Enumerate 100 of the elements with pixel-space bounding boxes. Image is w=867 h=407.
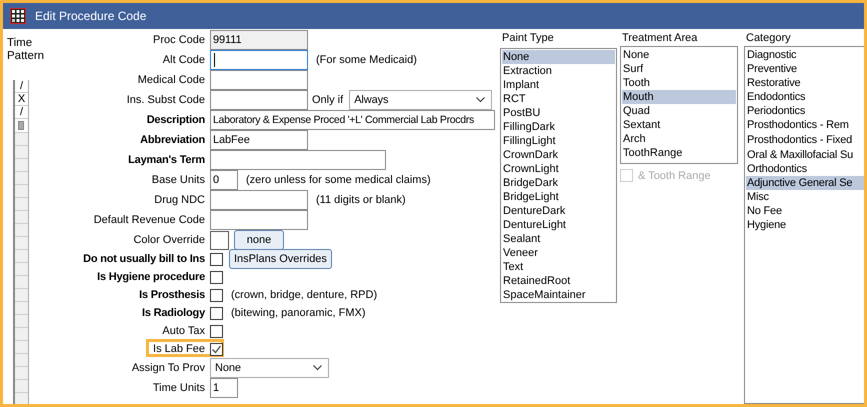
list-item[interactable]: Endodontics — [746, 90, 864, 104]
text-field[interactable]: 0 — [210, 170, 238, 190]
list-title: Category — [745, 31, 792, 46]
dropdown[interactable]: Always — [349, 90, 492, 110]
list-item[interactable]: Extraction — [502, 64, 615, 78]
text-field[interactable] — [210, 70, 308, 90]
list-item[interactable]: None — [622, 48, 736, 62]
list-title: Treatment Area — [621, 31, 698, 46]
color-swatch[interactable] — [210, 230, 229, 250]
field-label: Base Units — [150, 174, 205, 186]
list-item[interactable]: Restorative — [746, 76, 864, 90]
hint-text: (For some Medicaid) — [316, 54, 417, 66]
list-item[interactable]: Oral & Maxillofacial Su — [746, 148, 864, 162]
list-item[interactable]: Implant — [502, 78, 615, 92]
scroll-thumb[interactable] — [18, 121, 24, 130]
field-label: Proc Code — [152, 34, 205, 46]
field-label: Alt Code — [162, 54, 205, 66]
text-field[interactable] — [210, 190, 308, 210]
field-label: Ins. Subst Code — [126, 94, 205, 106]
field-label: Description — [146, 114, 205, 126]
button[interactable]: none — [234, 230, 284, 250]
field-label: Is Prosthesis — [138, 289, 205, 301]
checkbox[interactable] — [210, 306, 223, 320]
list-item[interactable]: Prosthodontics - Fixed — [746, 133, 864, 148]
text-field[interactable] — [210, 50, 308, 70]
list-item[interactable]: Misc — [746, 190, 864, 204]
field-label: Medical Code — [136, 74, 205, 86]
time-pattern-label: Time Pattern — [7, 37, 43, 63]
list-item[interactable]: FillingDark — [502, 120, 615, 134]
list-item[interactable]: DentureDark — [502, 204, 615, 218]
list-item[interactable]: BridgeLight — [502, 190, 615, 204]
list-item[interactable]: Arch — [622, 132, 736, 146]
text-field[interactable] — [210, 210, 308, 230]
hint-text: (bitewing, panoramic, FMX) — [231, 307, 366, 319]
checkbox[interactable] — [210, 270, 223, 284]
list-item[interactable]: Quad — [622, 104, 736, 118]
grid-icon — [10, 8, 26, 24]
list-item[interactable]: ToothRange — [622, 146, 736, 160]
text-field[interactable]: LabFee — [210, 130, 308, 150]
text-field[interactable]: 99111 — [210, 30, 308, 50]
field-label: Drug NDC — [153, 194, 205, 206]
hint-text: (11 digits or blank) — [316, 194, 406, 206]
button[interactable]: InsPlans Overrides — [229, 249, 332, 269]
field-label: Do not usually bill to Ins — [82, 253, 205, 265]
list-item[interactable]: Mouth — [622, 90, 736, 104]
field-label: Auto Tax — [161, 325, 205, 337]
time-pattern-cell[interactable]: / — [15, 80, 28, 93]
checkbox[interactable] — [210, 342, 223, 356]
list-item[interactable]: PostBU — [502, 106, 615, 120]
field-label: Layman's Term — [127, 154, 205, 166]
list-item[interactable]: FillingLight — [502, 134, 615, 148]
list-item[interactable]: DentureLight — [502, 218, 615, 232]
list-title: Paint Type — [501, 31, 555, 46]
check-icon — [211, 344, 222, 354]
list-item[interactable]: BridgeDark — [502, 176, 615, 190]
list-item[interactable]: CrownDark — [502, 148, 615, 162]
checkbox-label: & Tooth Range — [638, 170, 711, 182]
field-label: Time Units — [152, 382, 205, 394]
list-item[interactable]: Surf — [622, 62, 736, 76]
hint-text: (zero unless for some medical claims) — [246, 174, 431, 186]
hint-text: (crown, bridge, denture, RPD) — [231, 289, 378, 301]
list-item[interactable]: CrownLight — [502, 162, 615, 176]
list-item[interactable]: Prosthodontics - Rem — [746, 118, 864, 133]
list-item[interactable]: Veneer — [502, 246, 615, 260]
checkbox[interactable] — [210, 324, 223, 338]
list-item[interactable]: SpaceMaintainer — [502, 288, 615, 302]
list-item[interactable]: RetainedRoot — [502, 274, 615, 288]
field-label: Default Revenue Code — [92, 214, 205, 226]
text-field[interactable] — [210, 90, 308, 110]
chevron-down-icon — [476, 97, 486, 103]
field-label: Only if — [312, 94, 344, 106]
chevron-down-icon — [313, 365, 322, 371]
field-label: Is Radiology — [141, 307, 205, 319]
list-item[interactable]: Orthodontics — [746, 162, 864, 176]
checkbox[interactable] — [210, 252, 223, 266]
text-field[interactable] — [210, 150, 386, 170]
checkbox[interactable] — [210, 288, 223, 302]
time-pattern-cell[interactable]: X — [15, 93, 28, 106]
list-item[interactable]: Periodontics — [746, 104, 864, 118]
time-pattern-cell[interactable]: / — [15, 106, 28, 119]
field-label: Assign To Prov — [130, 362, 205, 374]
list-item[interactable]: Sealant — [502, 232, 615, 246]
list-item[interactable]: RCT — [502, 92, 615, 106]
dropdown[interactable]: None — [210, 358, 329, 378]
list-item[interactable]: None — [502, 50, 615, 64]
list-item[interactable]: No Fee — [746, 204, 864, 218]
text-field[interactable]: Laboratory & Expense Proced '+L' Commercial Lab Procdrs — [210, 110, 495, 130]
field-label: Abbreviation — [139, 134, 205, 146]
field-label: Is Hygiene procedure — [96, 271, 205, 283]
list-item[interactable]: Sextant — [622, 118, 736, 132]
list-item[interactable]: Text — [502, 260, 615, 274]
text-field[interactable]: 1 — [210, 378, 238, 398]
list-item[interactable]: Diagnostic — [746, 48, 864, 62]
field-label: Color Override — [132, 234, 205, 246]
list-item[interactable]: Hygiene — [746, 218, 864, 232]
field-label: Is Lab Fee — [152, 343, 205, 355]
list-item[interactable]: Tooth — [622, 76, 736, 90]
list-item[interactable]: Adjunctive General Se — [746, 176, 864, 190]
list-item[interactable]: Preventive — [746, 62, 864, 76]
window-title: Edit Procedure Code — [35, 9, 146, 23]
